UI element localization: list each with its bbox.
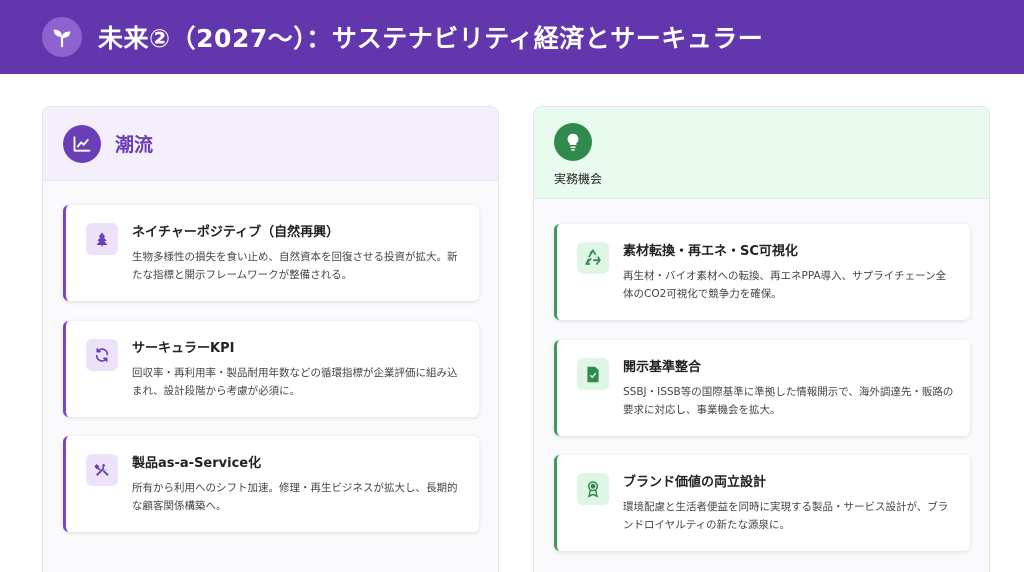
tree-icon bbox=[86, 223, 118, 255]
document-icon bbox=[577, 358, 609, 390]
card-title: ブランド価値の両立設計 bbox=[623, 475, 767, 490]
trend-card-circular-kpi: サーキュラーKPI 回収率・再利用率・製品耐用年数などの循環指標が企業評価に組み… bbox=[63, 321, 479, 417]
trends-panel-title: 潮流 bbox=[115, 134, 154, 156]
lightbulb-icon bbox=[554, 123, 592, 161]
card-text: 回収率・再利用率・製品耐用年数などの循環指標が企業評価に組み込まれ、設計段階から… bbox=[132, 367, 458, 397]
card-text: 環境配慮と生活者便益を同時に実現する製品・サービス設計が、ブランドロイヤルティの… bbox=[623, 501, 949, 531]
trends-panel: 潮流 ネイチャーポジティブ（自然再興） 生物多様性の損失を食い止め、自然資本を回… bbox=[42, 106, 499, 572]
card-text: 生物多様性の損失を食い止め、自然資本を回復させる投資が拡大。新たな指標と開示フレ… bbox=[132, 251, 458, 281]
opportunity-card-disclosure-standards: 開示基準整合 SSBJ・ISSB等の国際基準に準拠した情報開示で、海外調達先・販… bbox=[554, 340, 970, 436]
card-title: サーキュラーKPI bbox=[132, 341, 235, 356]
trends-panel-header: 潮流 bbox=[43, 107, 498, 181]
opportunities-panel-header: 実務機会 bbox=[534, 107, 989, 199]
cycle-arrows-icon bbox=[86, 339, 118, 371]
tools-icon bbox=[86, 454, 118, 486]
card-text: SSBJ・ISSB等の国際基準に準拠した情報開示で、海外調達先・販路の要求に対応… bbox=[623, 386, 954, 416]
page-header: 未来②（2027〜）：サステナビリティ経済とサーキュラー bbox=[0, 0, 1024, 74]
card-text: 再生材・バイオ素材への転換、再エネPPA導入、サプライチェーン全体のCO2可視化… bbox=[623, 270, 947, 300]
page-title: 未来②（2027〜）：サステナビリティ経済とサーキュラー bbox=[98, 24, 764, 53]
opportunities-panel: 実務機会 素材転換・再エネ・SC可視化 再生材・バイオ素材への転換、再エネPPA… bbox=[533, 106, 990, 572]
opportunity-card-material-shift: 素材転換・再エネ・SC可視化 再生材・バイオ素材への転換、再エネPPA導入、サプ… bbox=[554, 224, 970, 320]
award-icon bbox=[577, 473, 609, 505]
card-title: 製品as-a-Service化 bbox=[132, 456, 262, 471]
trend-card-product-as-a-service: 製品as-a-Service化 所有から利用へのシフト加速。修理・再生ビジネスが… bbox=[63, 436, 479, 532]
trend-card-nature-positive: ネイチャーポジティブ（自然再興） 生物多様性の損失を食い止め、自然資本を回復させ… bbox=[63, 205, 479, 301]
card-title: 素材転換・再エネ・SC可視化 bbox=[623, 244, 798, 259]
chart-line-icon bbox=[63, 124, 101, 163]
card-text: 所有から利用へのシフト加速。修理・再生ビジネスが拡大し、長期的な顧客関係構築へ。 bbox=[132, 482, 458, 512]
sprout-icon bbox=[42, 17, 82, 57]
opportunities-panel-title: 実務機会 bbox=[554, 172, 603, 186]
card-title: ネイチャーポジティブ（自然再興） bbox=[132, 225, 340, 240]
opportunity-card-brand-value: ブランド価値の両立設計 環境配慮と生活者便益を同時に実現する製品・サービス設計が… bbox=[554, 455, 970, 551]
recycle-icon bbox=[577, 242, 609, 274]
card-title: 開示基準整合 bbox=[623, 360, 702, 375]
